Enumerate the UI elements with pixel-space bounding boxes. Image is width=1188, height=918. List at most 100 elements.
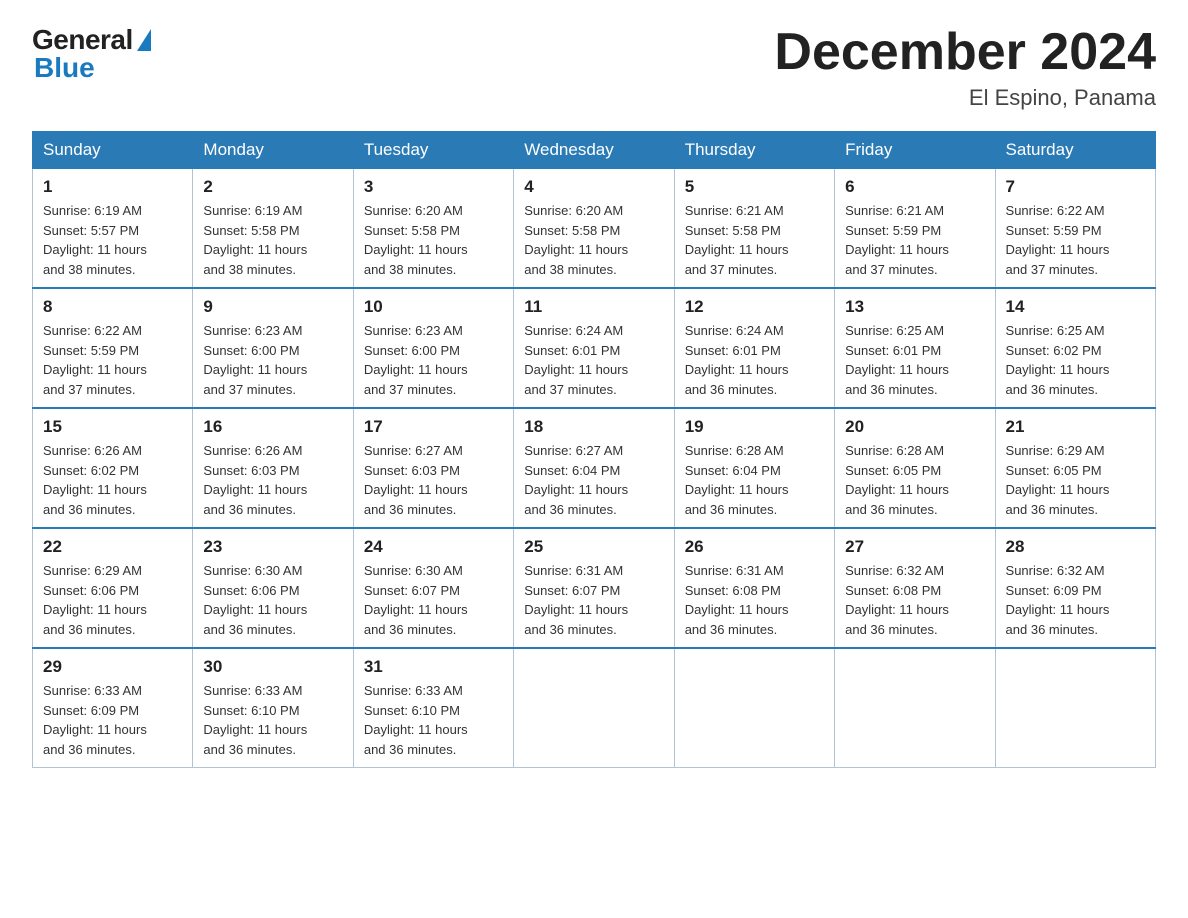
day-number: 26 [685, 537, 824, 557]
day-number: 21 [1006, 417, 1145, 437]
day-info: Sunrise: 6:26 AMSunset: 6:02 PMDaylight:… [43, 441, 182, 519]
day-info: Sunrise: 6:31 AMSunset: 6:08 PMDaylight:… [685, 561, 824, 639]
day-info: Sunrise: 6:19 AMSunset: 5:57 PMDaylight:… [43, 201, 182, 279]
calendar-cell: 21 Sunrise: 6:29 AMSunset: 6:05 PMDayligh… [995, 408, 1155, 528]
calendar-cell: 30 Sunrise: 6:33 AMSunset: 6:10 PMDayligh… [193, 648, 353, 768]
calendar-cell: 28 Sunrise: 6:32 AMSunset: 6:09 PMDayligh… [995, 528, 1155, 648]
calendar-cell: 3 Sunrise: 6:20 AMSunset: 5:58 PMDaylight… [353, 169, 513, 289]
calendar-cell: 23Sunrise: 6:30 AMSunset: 6:06 PMDayligh… [193, 528, 353, 648]
header-thursday: Thursday [674, 132, 834, 169]
day-info: Sunrise: 6:23 AMSunset: 6:00 PMDaylight:… [203, 321, 342, 399]
calendar-cell [674, 648, 834, 768]
header-tuesday: Tuesday [353, 132, 513, 169]
title-section: December 2024 El Espino, Panama [774, 24, 1156, 111]
calendar-cell: 5 Sunrise: 6:21 AMSunset: 5:58 PMDaylight… [674, 169, 834, 289]
day-number: 25 [524, 537, 663, 557]
day-info: Sunrise: 6:25 AMSunset: 6:01 PMDaylight:… [845, 321, 984, 399]
calendar-cell: 16Sunrise: 6:26 AMSunset: 6:03 PMDayligh… [193, 408, 353, 528]
day-number: 18 [524, 417, 663, 437]
calendar-cell: 9Sunrise: 6:23 AMSunset: 6:00 PMDaylight… [193, 288, 353, 408]
day-info: Sunrise: 6:29 AMSunset: 6:05 PMDaylight:… [1006, 441, 1145, 519]
calendar-cell: 12 Sunrise: 6:24 AMSunset: 6:01 PMDayligh… [674, 288, 834, 408]
day-info: Sunrise: 6:20 AMSunset: 5:58 PMDaylight:… [524, 201, 663, 279]
calendar-cell: 7 Sunrise: 6:22 AMSunset: 5:59 PMDaylight… [995, 169, 1155, 289]
day-info: Sunrise: 6:30 AMSunset: 6:06 PMDaylight:… [203, 561, 342, 639]
calendar-cell: 2Sunrise: 6:19 AMSunset: 5:58 PMDaylight… [193, 169, 353, 289]
day-number: 20 [845, 417, 984, 437]
calendar-cell: 11 Sunrise: 6:24 AMSunset: 6:01 PMDayligh… [514, 288, 674, 408]
calendar-week-2: 8Sunrise: 6:22 AMSunset: 5:59 PMDaylight… [33, 288, 1156, 408]
calendar-week-1: 1Sunrise: 6:19 AMSunset: 5:57 PMDaylight… [33, 169, 1156, 289]
day-info: Sunrise: 6:25 AMSunset: 6:02 PMDaylight:… [1006, 321, 1145, 399]
day-info: Sunrise: 6:24 AMSunset: 6:01 PMDaylight:… [685, 321, 824, 399]
day-info: Sunrise: 6:22 AMSunset: 5:59 PMDaylight:… [43, 321, 182, 399]
day-info: Sunrise: 6:21 AMSunset: 5:59 PMDaylight:… [845, 201, 984, 279]
header-saturday: Saturday [995, 132, 1155, 169]
day-info: Sunrise: 6:32 AMSunset: 6:09 PMDaylight:… [1006, 561, 1145, 639]
day-number: 27 [845, 537, 984, 557]
calendar-cell: 29Sunrise: 6:33 AMSunset: 6:09 PMDayligh… [33, 648, 193, 768]
day-number: 13 [845, 297, 984, 317]
calendar-header-row: Sunday Monday Tuesday Wednesday Thursday… [33, 132, 1156, 169]
calendar-cell [514, 648, 674, 768]
calendar-cell: 4 Sunrise: 6:20 AMSunset: 5:58 PMDaylight… [514, 169, 674, 289]
calendar-cell: 6Sunrise: 6:21 AMSunset: 5:59 PMDaylight… [835, 169, 995, 289]
calendar-cell: 17 Sunrise: 6:27 AMSunset: 6:03 PMDayligh… [353, 408, 513, 528]
calendar-cell: 8Sunrise: 6:22 AMSunset: 5:59 PMDaylight… [33, 288, 193, 408]
day-number: 5 [685, 177, 824, 197]
day-number: 14 [1006, 297, 1145, 317]
day-info: Sunrise: 6:23 AMSunset: 6:00 PMDaylight:… [364, 321, 503, 399]
day-info: Sunrise: 6:24 AMSunset: 6:01 PMDaylight:… [524, 321, 663, 399]
calendar-week-3: 15 Sunrise: 6:26 AMSunset: 6:02 PMDayligh… [33, 408, 1156, 528]
header-monday: Monday [193, 132, 353, 169]
day-info: Sunrise: 6:27 AMSunset: 6:03 PMDaylight:… [364, 441, 503, 519]
day-info: Sunrise: 6:33 AMSunset: 6:10 PMDaylight:… [203, 681, 342, 759]
day-number: 10 [364, 297, 503, 317]
calendar-cell: 26 Sunrise: 6:31 AMSunset: 6:08 PMDayligh… [674, 528, 834, 648]
day-number: 22 [43, 537, 182, 557]
logo-blue-text: Blue [32, 52, 95, 84]
calendar-cell: 13 Sunrise: 6:25 AMSunset: 6:01 PMDayligh… [835, 288, 995, 408]
location-subtitle: El Espino, Panama [774, 85, 1156, 111]
calendar-cell: 18 Sunrise: 6:27 AMSunset: 6:04 PMDayligh… [514, 408, 674, 528]
day-number: 16 [203, 417, 342, 437]
day-info: Sunrise: 6:29 AMSunset: 6:06 PMDaylight:… [43, 561, 182, 639]
day-info: Sunrise: 6:19 AMSunset: 5:58 PMDaylight:… [203, 201, 342, 279]
calendar-cell: 22 Sunrise: 6:29 AMSunset: 6:06 PMDayligh… [33, 528, 193, 648]
calendar-table: Sunday Monday Tuesday Wednesday Thursday… [32, 131, 1156, 768]
day-number: 3 [364, 177, 503, 197]
page-header: General Blue December 2024 El Espino, Pa… [32, 24, 1156, 111]
day-info: Sunrise: 6:31 AMSunset: 6:07 PMDaylight:… [524, 561, 663, 639]
header-friday: Friday [835, 132, 995, 169]
day-number: 28 [1006, 537, 1145, 557]
calendar-cell: 25 Sunrise: 6:31 AMSunset: 6:07 PMDayligh… [514, 528, 674, 648]
day-number: 15 [43, 417, 182, 437]
calendar-cell: 10 Sunrise: 6:23 AMSunset: 6:00 PMDayligh… [353, 288, 513, 408]
calendar-cell: 27 Sunrise: 6:32 AMSunset: 6:08 PMDayligh… [835, 528, 995, 648]
calendar-cell: 20 Sunrise: 6:28 AMSunset: 6:05 PMDayligh… [835, 408, 995, 528]
day-number: 17 [364, 417, 503, 437]
day-info: Sunrise: 6:21 AMSunset: 5:58 PMDaylight:… [685, 201, 824, 279]
day-number: 31 [364, 657, 503, 677]
day-number: 4 [524, 177, 663, 197]
day-info: Sunrise: 6:22 AMSunset: 5:59 PMDaylight:… [1006, 201, 1145, 279]
day-number: 30 [203, 657, 342, 677]
header-sunday: Sunday [33, 132, 193, 169]
day-info: Sunrise: 6:28 AMSunset: 6:05 PMDaylight:… [845, 441, 984, 519]
day-number: 7 [1006, 177, 1145, 197]
day-number: 24 [364, 537, 503, 557]
header-wednesday: Wednesday [514, 132, 674, 169]
calendar-week-4: 22 Sunrise: 6:29 AMSunset: 6:06 PMDayligh… [33, 528, 1156, 648]
day-info: Sunrise: 6:28 AMSunset: 6:04 PMDaylight:… [685, 441, 824, 519]
calendar-cell: 1Sunrise: 6:19 AMSunset: 5:57 PMDaylight… [33, 169, 193, 289]
day-info: Sunrise: 6:20 AMSunset: 5:58 PMDaylight:… [364, 201, 503, 279]
day-number: 12 [685, 297, 824, 317]
calendar-cell: 31Sunrise: 6:33 AMSunset: 6:10 PMDayligh… [353, 648, 513, 768]
logo-triangle-icon [137, 29, 151, 51]
calendar-cell: 24Sunrise: 6:30 AMSunset: 6:07 PMDayligh… [353, 528, 513, 648]
day-number: 11 [524, 297, 663, 317]
month-title: December 2024 [774, 24, 1156, 81]
calendar-cell [835, 648, 995, 768]
day-info: Sunrise: 6:27 AMSunset: 6:04 PMDaylight:… [524, 441, 663, 519]
day-info: Sunrise: 6:32 AMSunset: 6:08 PMDaylight:… [845, 561, 984, 639]
